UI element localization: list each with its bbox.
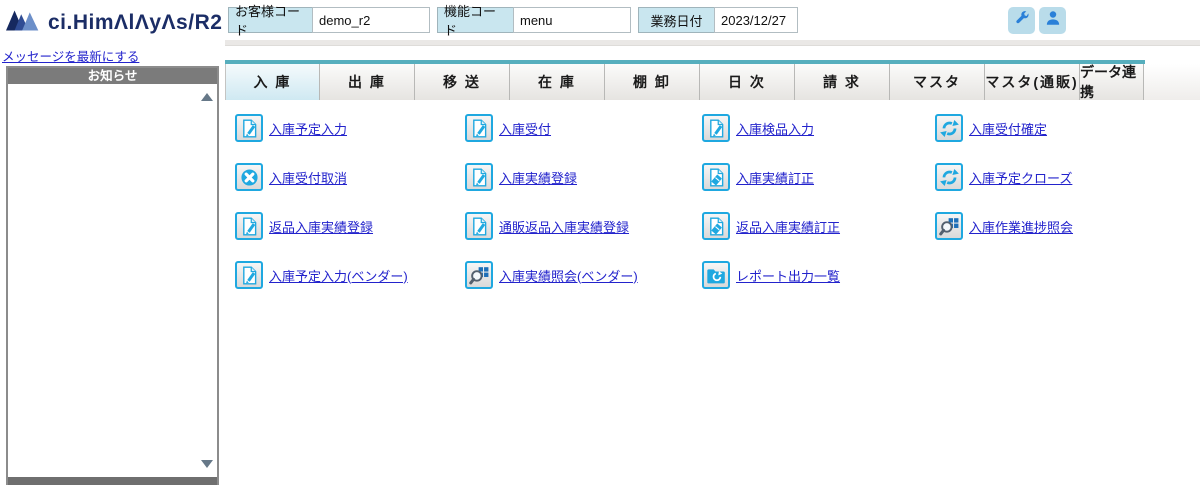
business-date-label: 業務日付 xyxy=(638,7,714,33)
report-folder-icon xyxy=(702,261,730,289)
search-grid-icon xyxy=(935,212,963,240)
menu-item[interactable]: 入庫予定入力(ベンダー) xyxy=(235,261,465,289)
tab-iso[interactable]: 移 送 xyxy=(415,64,510,100)
notice-panel-title: お知らせ xyxy=(8,68,217,84)
logo-mountain-icon xyxy=(6,7,44,38)
tab-master[interactable]: マスタ xyxy=(890,64,985,100)
tab-shukko[interactable]: 出 庫 xyxy=(320,64,415,100)
refresh-icon xyxy=(935,163,963,191)
customer-code-label: お客様コード xyxy=(228,7,312,33)
wrench-icon xyxy=(1013,9,1031,32)
menu-item[interactable]: 入庫実績照会(ベンダー) xyxy=(465,261,702,289)
menu-item[interactable]: 入庫作業進捗照会 xyxy=(935,212,1165,240)
edit-icon xyxy=(235,261,263,289)
business-date-field[interactable]: 2023/12/27 xyxy=(714,7,798,33)
tab-row: 入 庫 出 庫 移 送 在 庫 棚 卸 日 次 請 求 マスタ マスタ(通販) … xyxy=(225,64,1200,100)
menu-grid: 入庫予定入力 入庫受付 入庫検品入力 入庫受付確定 入庫受付取消 入庫実績登録 … xyxy=(235,114,1165,310)
tab-tanaoroshi[interactable]: 棚 卸 xyxy=(605,64,700,100)
menu-item[interactable]: 入庫実績訂正 xyxy=(702,163,935,191)
notice-scrollbar[interactable] xyxy=(198,86,215,475)
header-toolbar xyxy=(1008,7,1066,34)
settings-button[interactable] xyxy=(1008,7,1035,34)
user-icon xyxy=(1044,9,1062,32)
refresh-messages-link[interactable]: メッセージを最新にする xyxy=(2,46,139,65)
menu-item[interactable]: 返品入庫実績登録 xyxy=(235,212,465,240)
function-code-label: 機能コード xyxy=(437,7,513,33)
tab-seikyu[interactable]: 請 求 xyxy=(795,64,890,100)
app-logo: ci.HimΛlΛyΛs/R2 xyxy=(6,7,222,38)
edit-icon xyxy=(465,212,493,240)
edit-icon xyxy=(465,163,493,191)
tab-master-tsuhan[interactable]: マスタ(通販) xyxy=(985,64,1080,100)
menu-item[interactable]: 返品入庫実績訂正 xyxy=(702,212,935,240)
edit-icon xyxy=(235,212,263,240)
edit-icon xyxy=(702,114,730,142)
wms-menu-page: ci.HimΛlΛyΛs/R2 お客様コード demo_r2 機能コード men… xyxy=(0,0,1200,485)
menu-item[interactable]: 入庫予定クローズ xyxy=(935,163,1165,191)
eraser-icon xyxy=(702,212,730,240)
eraser-icon xyxy=(702,163,730,191)
edit-icon xyxy=(465,114,493,142)
notice-panel: お知らせ xyxy=(6,66,219,485)
menu-item[interactable]: 入庫受付 xyxy=(465,114,702,142)
logo-text: ci.HimΛlΛyΛs/R2 xyxy=(48,11,222,35)
menu-item[interactable]: 入庫予定入力 xyxy=(235,114,465,142)
tab-nyuko[interactable]: 入 庫 xyxy=(225,64,320,100)
tab-nichiji[interactable]: 日 次 xyxy=(700,64,795,100)
menu-item[interactable]: 通販返品入庫実績登録 xyxy=(465,212,702,240)
account-button[interactable] xyxy=(1039,7,1066,34)
menu-item[interactable]: 入庫検品入力 xyxy=(702,114,935,142)
main-nav: 入 庫 出 庫 移 送 在 庫 棚 卸 日 次 請 求 マスタ マスタ(通販) … xyxy=(225,60,1200,100)
clipped-panel-header xyxy=(8,477,217,485)
cancel-icon xyxy=(235,163,263,191)
field-gap xyxy=(631,7,638,33)
scroll-down-icon[interactable] xyxy=(201,460,213,468)
edit-icon xyxy=(235,114,263,142)
header-divider xyxy=(225,40,1200,46)
refresh-icon xyxy=(935,114,963,142)
menu-item[interactable]: 入庫受付取消 xyxy=(235,163,465,191)
scroll-up-icon[interactable] xyxy=(201,93,213,101)
customer-code-field[interactable]: demo_r2 xyxy=(312,7,430,33)
menu-item[interactable]: 入庫実績登録 xyxy=(465,163,702,191)
tab-data-renkei[interactable]: データ連携 xyxy=(1080,64,1144,100)
notice-list xyxy=(8,84,217,477)
field-gap xyxy=(430,7,437,33)
search-grid-icon xyxy=(465,261,493,289)
menu-item[interactable]: 入庫受付確定 xyxy=(935,114,1165,142)
tab-zaiko[interactable]: 在 庫 xyxy=(510,64,605,100)
header-fields: お客様コード demo_r2 機能コード menu 業務日付 2023/12/2… xyxy=(228,7,798,33)
menu-item[interactable]: レポート出力一覧 xyxy=(702,261,935,289)
function-code-field[interactable]: menu xyxy=(513,7,631,33)
tab-filler xyxy=(1144,64,1200,100)
